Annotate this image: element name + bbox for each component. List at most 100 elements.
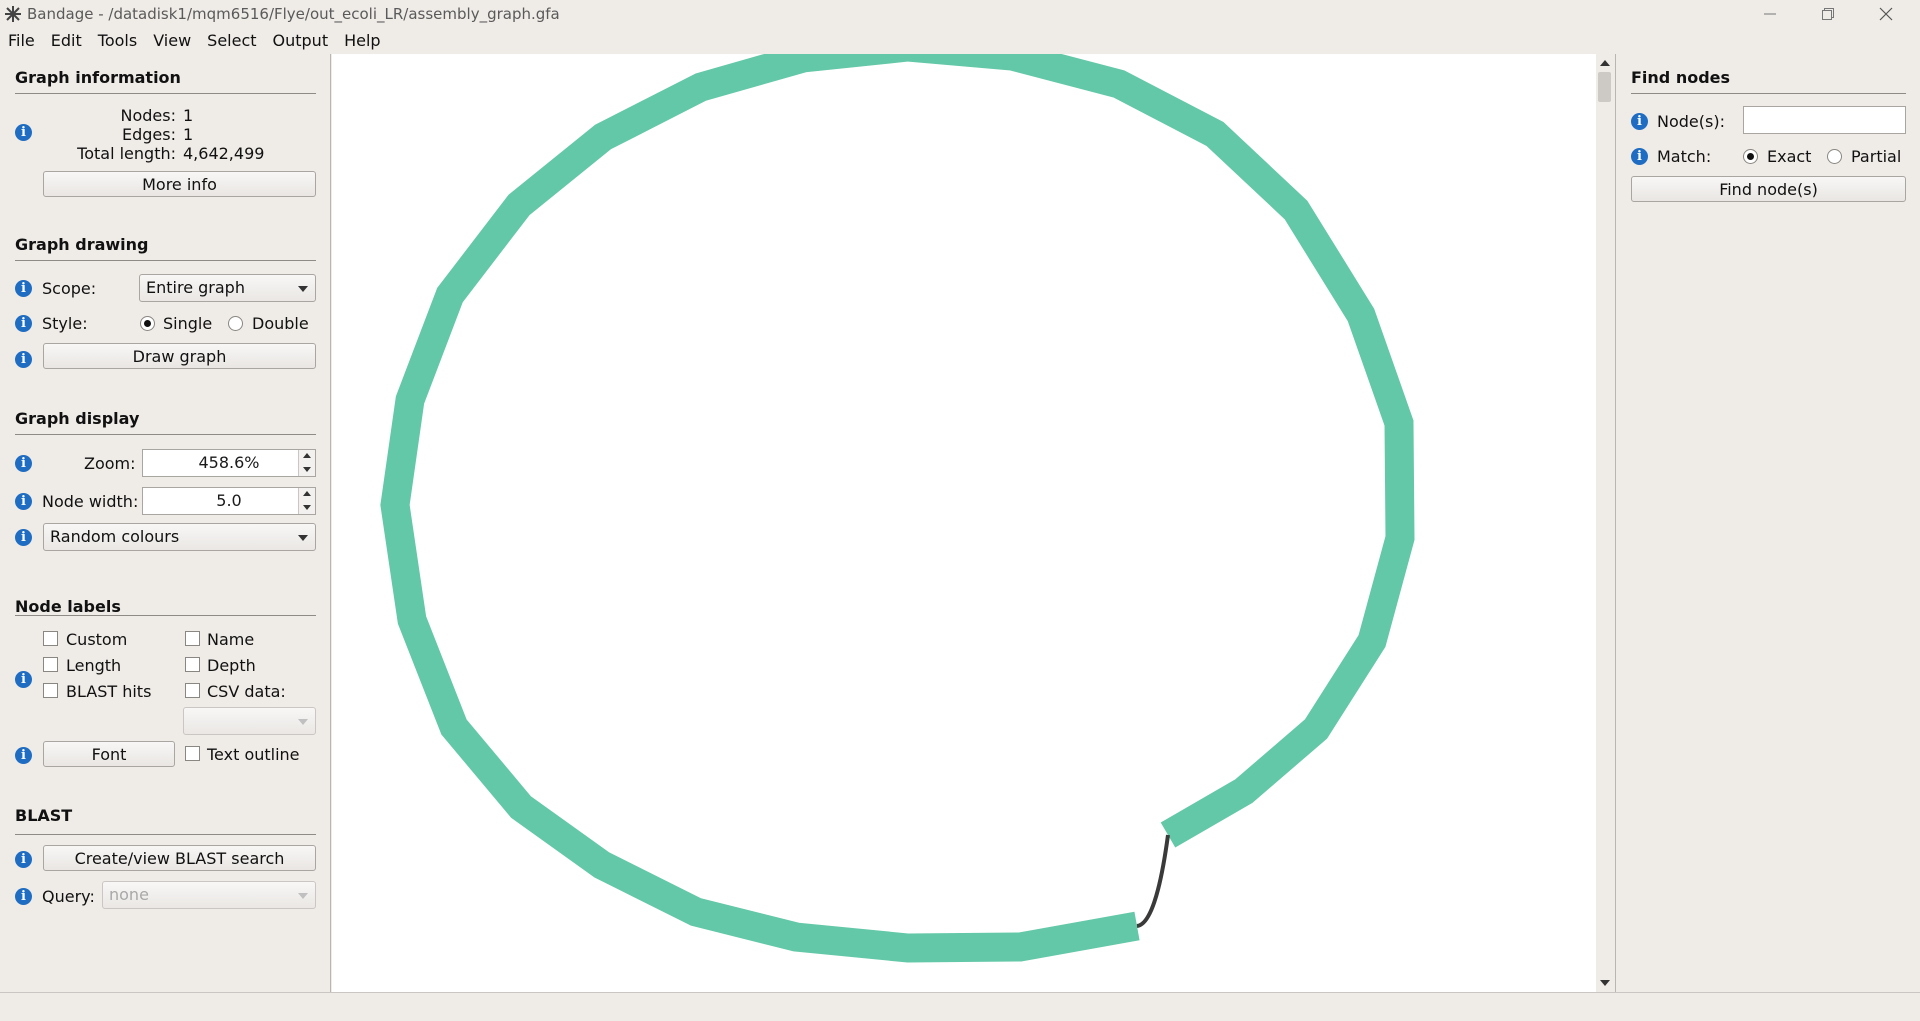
- spin-up-arrow-icon[interactable]: [298, 488, 315, 501]
- text-outline-checkbox[interactable]: [185, 746, 200, 761]
- query-label: Query:: [42, 887, 95, 906]
- spin-down-arrow-icon[interactable]: [298, 463, 315, 476]
- edges-label: Edges:: [122, 125, 176, 144]
- name-checkbox[interactable]: [185, 631, 200, 646]
- scrollbar-thumb[interactable]: [1598, 72, 1611, 102]
- menu-file[interactable]: File: [0, 28, 43, 54]
- spin-up-arrow-icon[interactable]: [298, 450, 315, 463]
- custom-checkbox[interactable]: [43, 631, 58, 646]
- window-title: Bandage - /datadisk1/mqm6516/Flye/out_ec…: [27, 5, 560, 23]
- node-width-label: Node width:: [42, 492, 139, 511]
- find-nodes-button[interactable]: Find node(s): [1631, 176, 1906, 202]
- total-length-label: Total length:: [77, 144, 176, 163]
- info-icon[interactable]: i: [15, 888, 32, 905]
- info-icon[interactable]: i: [15, 124, 32, 141]
- scroll-down-arrow-icon[interactable]: [1600, 980, 1610, 986]
- csv-data-checkbox[interactable]: [185, 683, 200, 698]
- assembly-graph-drawing: [380, 32, 1415, 963]
- menu-output[interactable]: Output: [265, 28, 337, 54]
- match-partial-radio[interactable]: [1827, 149, 1842, 164]
- restore-icon: [1822, 8, 1834, 20]
- info-icon[interactable]: i: [15, 493, 32, 510]
- node-labels-heading: Node labels: [15, 597, 121, 616]
- node-width-value: 5.0: [216, 491, 242, 510]
- graph-information-heading: Graph information: [15, 68, 181, 87]
- blast-hits-label: BLAST hits: [66, 682, 152, 701]
- scroll-up-arrow-icon[interactable]: [1600, 60, 1610, 66]
- chevron-down-icon: [298, 535, 308, 541]
- info-icon[interactable]: i: [15, 280, 32, 297]
- custom-label: Custom: [66, 630, 128, 649]
- scope-select[interactable]: Entire graph: [139, 274, 316, 302]
- menu-select[interactable]: Select: [199, 28, 264, 54]
- status-bar: [0, 992, 1920, 1021]
- info-icon[interactable]: i: [15, 455, 32, 472]
- blast-hits-checkbox[interactable]: [43, 683, 58, 698]
- graph-canvas[interactable]: [332, 32, 1596, 992]
- left-control-panel: Graph information i Nodes: 1 Edges: 1 To…: [0, 54, 331, 992]
- minimize-icon: [1764, 13, 1776, 15]
- find-nodes-panel: Find nodes i Node(s): i Match: Exact Par…: [1615, 54, 1920, 992]
- zoom-spinbox[interactable]: 458.6%: [142, 449, 316, 477]
- menu-tools[interactable]: Tools: [90, 28, 145, 54]
- blast-heading: BLAST: [15, 806, 73, 825]
- menu-edit[interactable]: Edit: [43, 28, 90, 54]
- info-icon[interactable]: i: [15, 351, 32, 368]
- divider: [1631, 93, 1906, 94]
- spin-down-arrow-icon[interactable]: [298, 501, 315, 514]
- info-icon[interactable]: i: [15, 315, 32, 332]
- menu-view[interactable]: View: [145, 28, 199, 54]
- divider: [15, 260, 316, 261]
- graph-display-heading: Graph display: [15, 409, 140, 428]
- info-icon[interactable]: i: [15, 529, 32, 546]
- length-label: Length: [66, 656, 122, 675]
- find-nodes-label: Node(s):: [1657, 112, 1725, 131]
- zoom-label: Zoom:: [84, 454, 136, 473]
- graph-edge[interactable]: [1136, 834, 1170, 928]
- divider: [15, 93, 316, 94]
- radio-selected-dot: [1747, 153, 1754, 160]
- csv-data-label: CSV data:: [207, 682, 286, 701]
- match-partial-label: Partial: [1851, 147, 1902, 166]
- style-double-label: Double: [252, 314, 309, 333]
- colour-scheme-select[interactable]: Random colours: [43, 523, 316, 551]
- match-exact-radio[interactable]: [1743, 149, 1758, 164]
- close-button[interactable]: [1858, 0, 1914, 28]
- bandage-app-icon: [5, 6, 21, 22]
- graph-drawing-heading: Graph drawing: [15, 235, 149, 254]
- info-icon[interactable]: i: [15, 851, 32, 868]
- style-single-radio[interactable]: [140, 316, 155, 331]
- more-info-button[interactable]: More info: [43, 171, 316, 197]
- font-button[interactable]: Font: [43, 741, 175, 767]
- vertical-scrollbar[interactable]: [1596, 54, 1614, 992]
- text-outline-label: Text outline: [207, 745, 300, 764]
- title-bar: Bandage - /datadisk1/mqm6516/Flye/out_ec…: [0, 0, 1920, 28]
- create-blast-search-button[interactable]: Create/view BLAST search: [43, 845, 316, 871]
- minimize-button[interactable]: [1742, 0, 1798, 28]
- nodes-label: Nodes:: [120, 106, 176, 125]
- nodes-count: 1: [183, 106, 194, 125]
- restore-button[interactable]: [1800, 0, 1856, 28]
- radio-selected-dot: [144, 320, 151, 327]
- depth-label: Depth: [207, 656, 256, 675]
- style-double-radio[interactable]: [228, 316, 243, 331]
- scope-label: Scope:: [42, 279, 97, 298]
- csv-column-select[interactable]: [183, 707, 316, 735]
- match-label: Match:: [1657, 147, 1712, 166]
- contig-node[interactable]: [380, 32, 1415, 963]
- node-width-spinbox[interactable]: 5.0: [142, 487, 316, 515]
- find-nodes-heading: Find nodes: [1631, 68, 1731, 87]
- info-icon[interactable]: i: [1631, 148, 1648, 165]
- info-icon[interactable]: i: [15, 747, 32, 764]
- zoom-value: 458.6%: [198, 453, 260, 472]
- info-icon[interactable]: i: [1631, 113, 1648, 130]
- node-search-input[interactable]: [1743, 106, 1906, 134]
- menu-help[interactable]: Help: [336, 28, 388, 54]
- length-checkbox[interactable]: [43, 657, 58, 672]
- blast-query-select[interactable]: none: [102, 881, 316, 909]
- draw-graph-button[interactable]: Draw graph: [43, 343, 316, 369]
- depth-checkbox[interactable]: [185, 657, 200, 672]
- colour-scheme-value: Random colours: [50, 527, 180, 546]
- info-icon[interactable]: i: [15, 671, 32, 688]
- edges-count: 1: [183, 125, 194, 144]
